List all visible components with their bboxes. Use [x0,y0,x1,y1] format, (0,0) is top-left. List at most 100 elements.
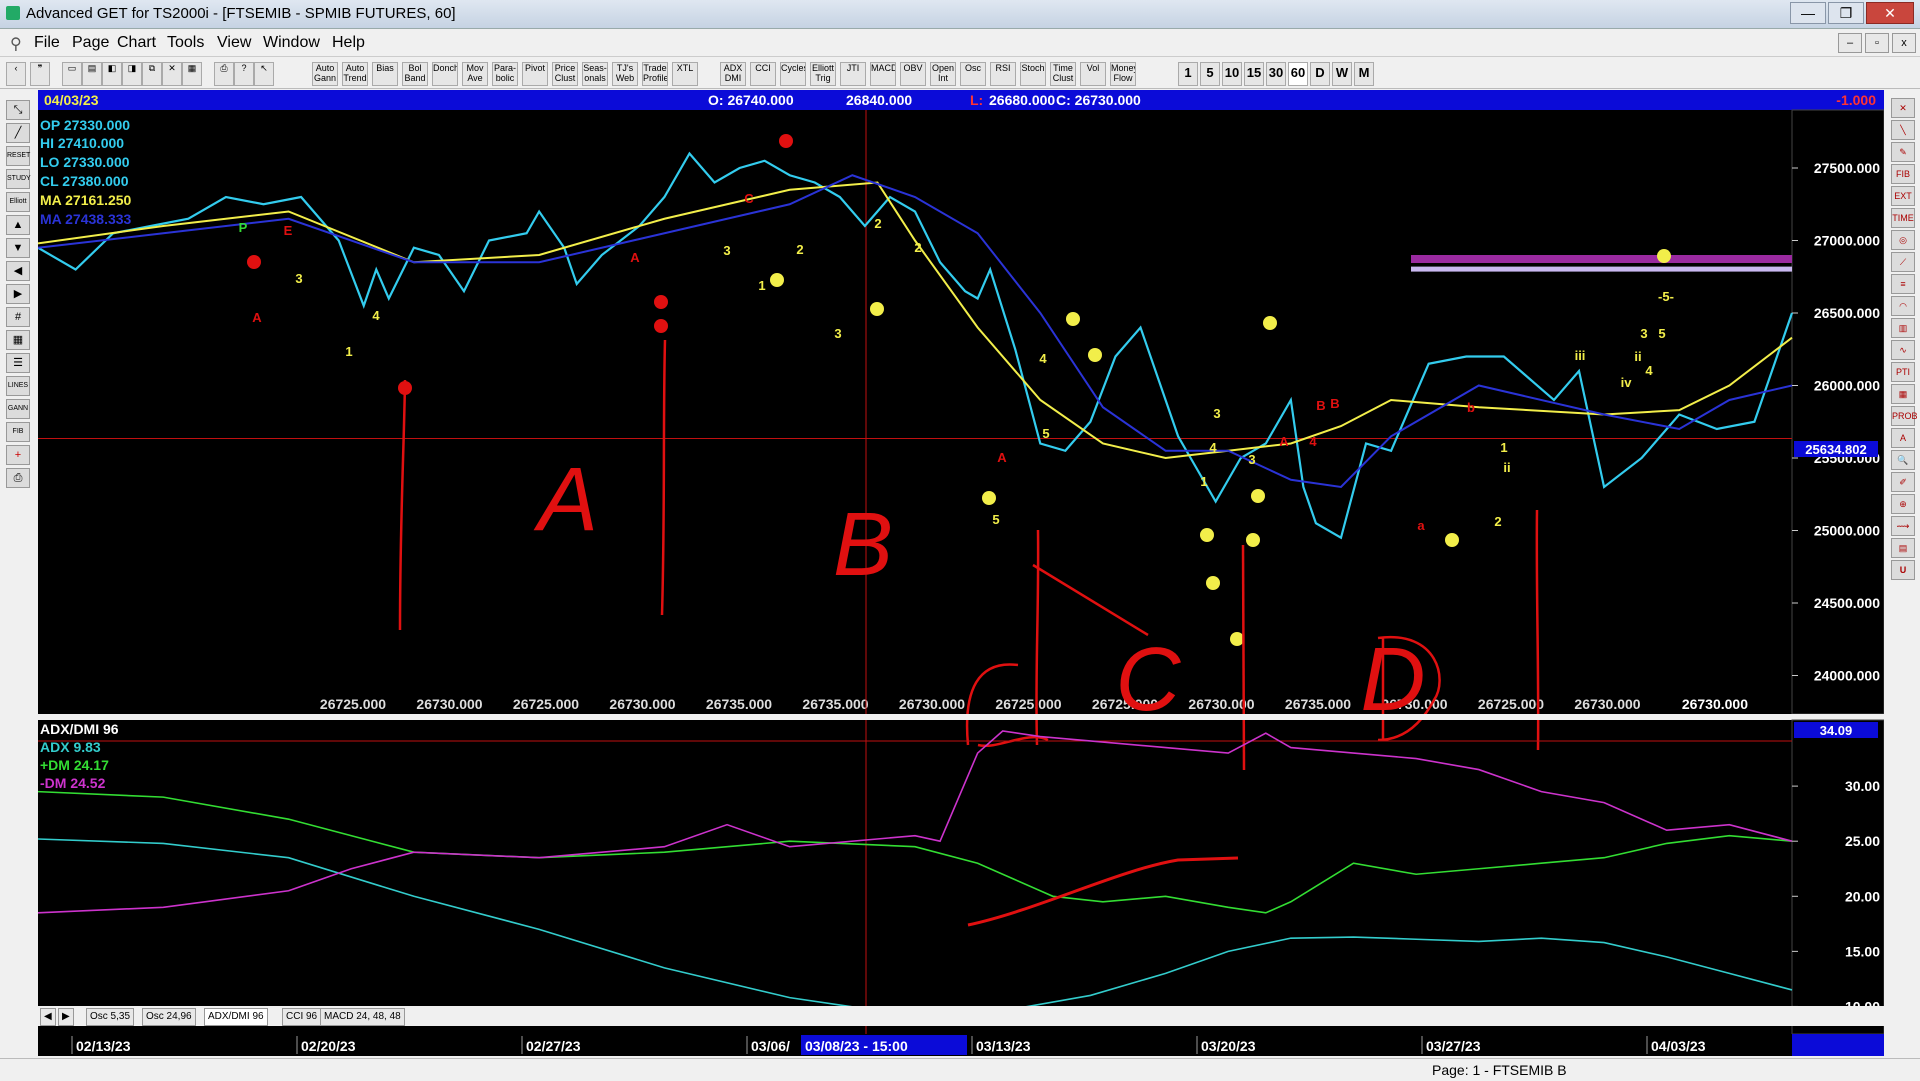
remove-tool-icon[interactable]: ✕ [1891,98,1915,118]
mdi-minimize-icon[interactable]: – [1838,33,1862,53]
study-button-21[interactable]: Osc [960,62,986,86]
bars-tool-icon[interactable]: ☰ [6,353,30,373]
crosshair-tool-icon[interactable]: + [6,445,30,465]
magnet-tool-icon[interactable]: U [1891,560,1915,580]
close-button[interactable]: ✕ [1866,2,1914,24]
indicator-tab-3[interactable]: CCI 96 [282,1008,322,1026]
pin-icon[interactable]: ⚲ [10,34,22,54]
tab-scroll-right-icon[interactable]: ▶ [58,1008,74,1026]
indicator-tab-4[interactable]: MACD 24, 48, 48 [320,1008,405,1026]
pen-tool-icon[interactable]: ✎ [1891,142,1915,162]
target-tool-icon[interactable]: ⊕ [1891,494,1915,514]
prob-tool-icon[interactable]: PROB [1891,406,1918,426]
wave-tool-icon[interactable]: ∿ [1891,340,1915,360]
interval-button-D[interactable]: D [1310,62,1330,86]
study-button-1[interactable]: Auto Trend [342,62,368,86]
scroll-down-icon[interactable]: ▼ [6,238,30,258]
menu-help[interactable]: Help [332,34,365,52]
interval-button-5[interactable]: 5 [1200,62,1220,86]
study-button-8[interactable]: Price Clust [552,62,578,86]
interval-button-30[interactable]: 30 [1266,62,1286,86]
grid-icon[interactable]: ▦ [182,62,202,86]
menu-file[interactable]: File [34,34,60,52]
bars-tool-right-icon[interactable]: ▥ [1891,318,1915,338]
mdi-close-icon[interactable]: x [1892,33,1916,53]
interval-button-1[interactable]: 1 [1178,62,1198,86]
grid-tool-icon[interactable]: ▦ [6,330,30,350]
study-button-25[interactable]: Vol [1080,62,1106,86]
pane-separator[interactable] [38,714,1884,720]
study-tool-icon[interactable]: STUDY [6,169,31,189]
open-icon[interactable]: ▤ [82,62,102,86]
new-page-icon[interactable]: ▭ [62,62,82,86]
trend-tool-icon[interactable]: ╱ [6,123,30,143]
help-icon[interactable]: ? [234,62,254,86]
menu-window[interactable]: Window [263,34,320,52]
gann-tool-icon[interactable]: GANN [6,399,30,419]
back-icon[interactable]: ‹ [6,62,26,86]
quote-icon[interactable]: ❞ [30,62,50,86]
study-button-22[interactable]: RSI [990,62,1016,86]
delete-icon[interactable]: ✕ [162,62,182,86]
chart-area[interactable]: 04/03/23 O: 26740.000 26840.000 L: 26680… [38,90,1884,1056]
menu-page[interactable]: Page [72,34,109,52]
interval-button-60[interactable]: 60 [1288,62,1308,86]
tab-scroll-left-icon[interactable]: ◀ [40,1008,56,1026]
pointer-help-icon[interactable]: ↖ [254,62,274,86]
minimize-button[interactable]: — [1790,2,1826,24]
brush-tool-icon[interactable]: ✐ [1891,472,1915,492]
copy-icon[interactable]: ⧉ [142,62,162,86]
interval-button-W[interactable]: W [1332,62,1352,86]
study-button-15[interactable]: Cycles [780,62,806,86]
circle-tool-icon[interactable]: ◎ [1891,230,1915,250]
mdi-restore-icon[interactable]: ▫ [1865,33,1889,53]
line-tool-icon[interactable]: ╲ [1891,120,1915,140]
elliott-tool-icon[interactable]: Elliott [6,192,30,212]
study-button-23[interactable]: Stoch [1020,62,1046,86]
text-tool-icon[interactable]: A [1891,428,1915,448]
arc-tool-icon[interactable]: ◠ [1891,296,1915,316]
nav-left-icon[interactable]: ◧ [102,62,122,86]
fib-ret-tool-icon[interactable]: FIB [1891,164,1915,184]
study-button-20[interactable]: Open Int [930,62,956,86]
zoom-tool-icon[interactable]: ⤡ [6,100,30,120]
lines-tool-icon[interactable]: LINES [6,376,30,396]
study-button-12[interactable]: XTL [672,62,698,86]
study-button-11[interactable]: Trade Profile [642,62,668,86]
study-button-10[interactable]: TJ's Web [612,62,638,86]
fib-time-tool-icon[interactable]: TIME [1891,208,1915,228]
interval-button-10[interactable]: 10 [1222,62,1242,86]
study-button-13[interactable]: ADX DMI [720,62,746,86]
fib-ext-tool-icon[interactable]: EXT [1891,186,1915,206]
interval-button-15[interactable]: 15 [1244,62,1264,86]
study-button-16[interactable]: Elliott Trig [810,62,836,86]
pti-tool-icon[interactable]: PTI [1891,362,1915,382]
scroll-right-icon[interactable]: ▶ [6,284,30,304]
study-button-5[interactable]: Mov Ave [462,62,488,86]
nav-right-icon[interactable]: ◨ [122,62,142,86]
menu-chart[interactable]: Chart [117,34,156,52]
indicator-tab-1[interactable]: Osc 24,96 [142,1008,196,1026]
table-tool-icon[interactable]: ▤ [1891,538,1915,558]
indicator-tab-0[interactable]: Osc 5,35 [86,1008,135,1026]
study-button-14[interactable]: CCI [750,62,776,86]
study-button-3[interactable]: Bol Band [402,62,428,86]
maximize-button[interactable]: ❐ [1828,2,1864,24]
menu-view[interactable]: View [217,34,251,52]
study-button-19[interactable]: OBV [900,62,926,86]
tape-tool-icon[interactable]: ⟿ [1891,516,1915,536]
fan-tool-icon[interactable]: ⟋ [1891,252,1915,272]
menu-tools[interactable]: Tools [167,34,204,52]
print-icon[interactable]: ⎙ [214,62,234,86]
study-button-17[interactable]: JTI [840,62,866,86]
study-button-7[interactable]: Pivot [522,62,548,86]
study-button-26[interactable]: Money Flow [1110,62,1136,86]
study-button-6[interactable]: Para-bolic [492,62,518,86]
numbers-tool-icon[interactable]: # [6,307,30,327]
print-tool-icon[interactable]: ⎙ [6,468,30,488]
study-button-24[interactable]: Time Clust [1050,62,1076,86]
magnify-tool-icon[interactable]: 🔍 [1891,450,1915,470]
grid-tool-right-icon[interactable]: ▦ [1891,384,1915,404]
channel-tool-icon[interactable]: ≡ [1891,274,1915,294]
scroll-left-icon[interactable]: ◀ [6,261,30,281]
